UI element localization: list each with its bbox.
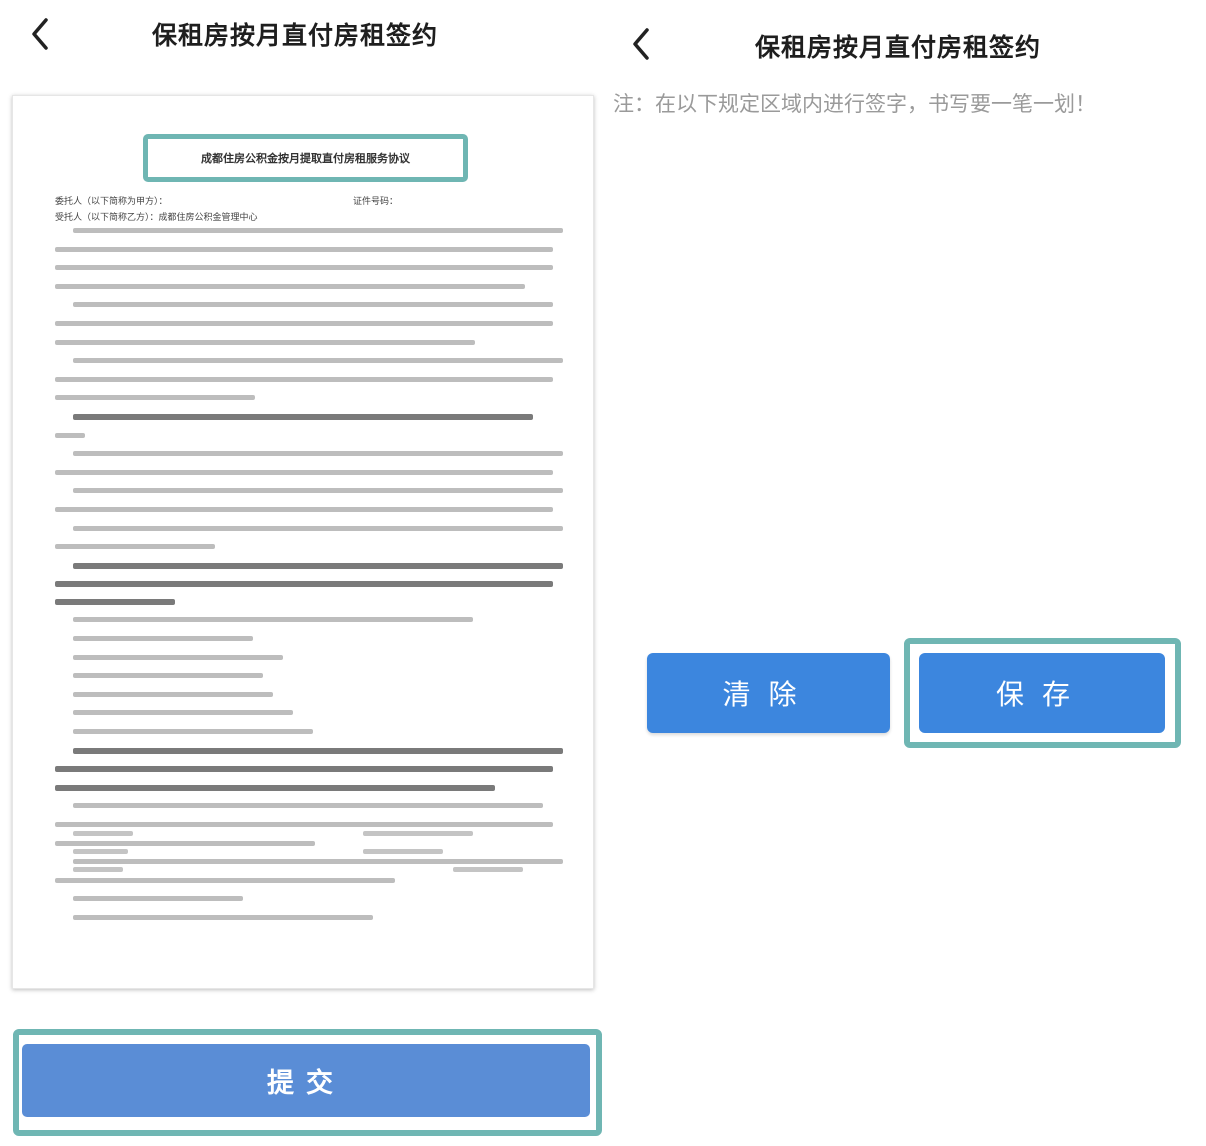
text-line (55, 581, 553, 588)
text-line (73, 488, 563, 494)
text-line (73, 358, 563, 364)
text-line (55, 321, 553, 326)
text-line (55, 877, 395, 883)
text-line (73, 414, 533, 420)
contract-heading: 成都住房公积金按月提取直付房租服务协议 (201, 152, 410, 165)
text-line (55, 766, 553, 773)
save-button[interactable]: 保存 (919, 653, 1165, 733)
clear-button[interactable]: 清除 (647, 653, 890, 733)
chevron-left-icon (32, 18, 48, 50)
text-line (73, 525, 563, 531)
text-line (73, 803, 543, 809)
back-button[interactable] (625, 24, 661, 64)
text-line (73, 636, 253, 641)
party-a-line: 委托人（以下简称为甲方）： (55, 194, 168, 207)
text-line (55, 265, 553, 271)
text-line (55, 840, 315, 846)
text-line (55, 599, 175, 606)
signature-field-line (453, 867, 523, 872)
contract-document-preview[interactable]: 成都住房公积金按月提取直付房租服务协议 委托人（以下简称为甲方）： 证件号码： … (12, 95, 594, 989)
text-line (73, 710, 293, 716)
text-line (55, 395, 255, 401)
party-b-label: 受托人（以下简称乙方）：成都住房公积金管理中心 (55, 213, 258, 223)
text-line (73, 562, 563, 569)
signature-field-line (73, 849, 128, 854)
signature-field-line (73, 831, 133, 836)
submit-button[interactable]: 提交 (22, 1044, 590, 1117)
text-line (55, 376, 553, 382)
text-line (55, 246, 553, 252)
text-line (55, 507, 553, 512)
id-number-line: 证件号码： (353, 194, 398, 207)
text-line (55, 544, 215, 550)
text-line (73, 896, 243, 902)
party-a-label: 委托人（以下简称为甲方）： (55, 197, 168, 207)
text-line (55, 822, 553, 827)
text-line (55, 339, 475, 345)
text-line (73, 617, 473, 623)
signature-screen: 保租房按月直付房租签约 注：在以下规定区域内进行签字，书写要一笔一划！ 清除 保… (603, 0, 1206, 1146)
text-line (73, 859, 563, 865)
signature-instruction: 注：在以下规定区域内进行签字，书写要一笔一划！ (613, 92, 1096, 116)
text-line (73, 915, 373, 920)
text-line (73, 451, 563, 457)
id-number-label: 证件号码： (353, 197, 399, 207)
text-line (73, 729, 313, 734)
text-line (55, 432, 85, 438)
contract-preview-screen: 保租房按月直付房租签约 成都住房公积金按月提取直付房租服务协议 委托人（以下简称… (0, 0, 603, 1146)
signature-field-line (73, 867, 123, 872)
contract-heading-highlight: 成都住房公积金按月提取直付房租服务协议 (143, 134, 468, 182)
text-line (55, 784, 495, 791)
text-line (73, 691, 273, 697)
back-button[interactable] (24, 14, 60, 54)
text-line (55, 469, 553, 475)
signature-field-line (363, 849, 443, 854)
text-line (73, 654, 283, 660)
text-line (73, 747, 563, 754)
text-line (73, 228, 563, 233)
chevron-left-icon (633, 28, 649, 60)
text-line (55, 283, 525, 289)
text-line (73, 302, 553, 308)
party-b-line: 受托人（以下简称乙方）：成都住房公积金管理中心 (55, 210, 258, 223)
page-title: 保租房按月直付房租签约 (152, 21, 439, 50)
text-line (73, 673, 263, 679)
signature-field-line (363, 831, 473, 836)
page-title: 保租房按月直付房租签约 (755, 33, 1042, 62)
